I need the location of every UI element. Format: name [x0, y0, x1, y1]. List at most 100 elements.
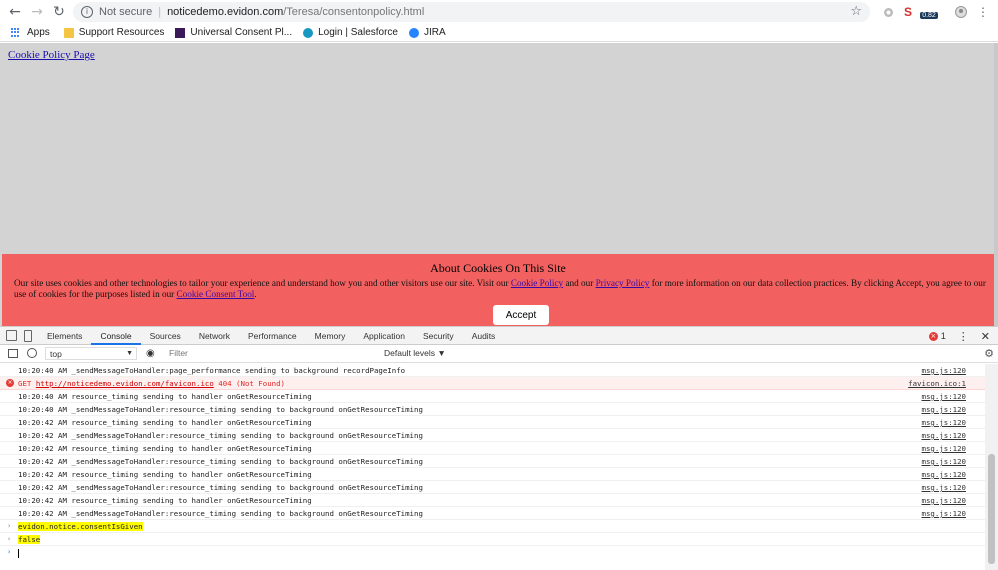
page-scrollbar[interactable] — [994, 43, 998, 326]
console-filter-input[interactable] — [165, 347, 380, 360]
console-log-row: 10:20:42 AM resource_timing sending to h… — [0, 442, 985, 455]
folder-icon — [63, 27, 74, 38]
log-text: 10:20:40 AM _sendMessageToHandler:resour… — [18, 405, 423, 414]
banner-title: About Cookies On This Site — [430, 261, 566, 275]
log-source-link[interactable]: msg.js:120 — [922, 494, 967, 507]
info-icon[interactable]: i — [81, 6, 93, 18]
console-settings-icon[interactable]: ⚙ — [984, 347, 994, 360]
log-source-link[interactable]: msg.js:120 — [922, 468, 967, 481]
console-log-row: 10:20:42 AM _sendMessageToHandler:resour… — [0, 507, 985, 520]
bookmark-jira[interactable]: JIRA — [409, 27, 446, 38]
salesforce-cloud-icon — [303, 27, 314, 38]
console-prompt[interactable]: › — [0, 546, 985, 559]
console-scrollbar[interactable] — [985, 364, 998, 570]
log-source-link[interactable]: favicon.ico:1 — [908, 377, 966, 390]
console-command-row: › evidon.notice.consentIsGiven — [0, 520, 985, 533]
tab-performance[interactable]: Performance — [239, 327, 306, 345]
bookmark-universal-consent[interactable]: Universal Consent Pl... — [175, 27, 292, 38]
bookmark-support-resources[interactable]: Support Resources — [63, 27, 165, 38]
cookie-policy-page-link[interactable]: Cookie Policy Page — [8, 49, 95, 61]
log-source-link[interactable]: msg.js:120 — [922, 481, 967, 494]
privacy-policy-link[interactable]: Privacy Policy — [596, 278, 650, 288]
log-source-link[interactable]: msg.js:120 — [922, 416, 967, 429]
device-toolbar-icon[interactable] — [24, 329, 32, 342]
console-filter-bar: top ▼ ◉ Default levels ▼ ⚙ — [0, 345, 998, 363]
log-source-link[interactable]: msg.js:120 — [922, 455, 967, 468]
tab-elements[interactable]: Elements — [38, 327, 91, 345]
console-result-row: ‹ false — [0, 533, 985, 546]
tab-sources[interactable]: Sources — [141, 327, 190, 345]
bookmark-star-icon[interactable]: ☆ — [850, 4, 862, 19]
devtools-panel: Elements Console Sources Network Performance… — [0, 326, 998, 570]
command-text: evidon.notice.consentIsGiven — [18, 522, 143, 531]
error-count-badge[interactable]: × 1 — [928, 331, 946, 341]
address-bar[interactable]: i Not secure | noticedemo.evidon.com /Te… — [73, 2, 870, 22]
error-url-link[interactable]: http://noticedemo.evidon.com/favicon.ico — [36, 379, 214, 388]
forward-icon[interactable]: → — [26, 1, 48, 23]
extension-gear-icon[interactable] — [882, 4, 894, 20]
console-log-row: 10:20:42 AM _sendMessageToHandler:resour… — [0, 429, 985, 442]
log-levels-dropdown[interactable]: Default levels ▼ — [384, 347, 446, 360]
error-count: 1 — [940, 331, 946, 341]
cookie-policy-link[interactable]: Cookie Policy — [511, 278, 563, 288]
devtools-right-controls: × 1 ⋮ ✕ — [928, 327, 998, 345]
log-text: 10:20:42 AM _sendMessageToHandler:resour… — [18, 431, 423, 440]
extension-s-icon[interactable]: S — [902, 4, 914, 20]
log-text: 10:20:42 AM _sendMessageToHandler:resour… — [18, 509, 423, 518]
bookmark-label: Apps — [27, 27, 50, 38]
bookmarks-bar: Apps Support Resources Universal Consent… — [0, 24, 998, 42]
log-source-link[interactable]: msg.js:120 — [922, 507, 967, 520]
devtools-tabbar: Elements Console Sources Network Performance… — [0, 326, 998, 345]
log-source-link[interactable]: msg.js:120 — [922, 429, 967, 442]
log-text: 10:20:40 AM _sendMessageToHandler:page_p… — [18, 366, 406, 375]
url-separator: | — [158, 6, 162, 18]
tab-network[interactable]: Network — [190, 327, 239, 345]
bookmark-salesforce[interactable]: Login | Salesforce — [303, 27, 398, 38]
menu-icon[interactable]: ⋮ — [977, 4, 989, 20]
log-text: 10:20:40 AM resource_timing sending to h… — [18, 392, 312, 401]
prompt-chevron-icon: › — [7, 522, 12, 530]
cookie-consent-tool-link[interactable]: Cookie Consent Tool — [177, 289, 255, 299]
more-options-icon[interactable]: ⋮ — [958, 330, 969, 343]
eye-icon[interactable]: ◉ — [146, 348, 155, 359]
accept-button[interactable]: Accept — [493, 305, 549, 325]
profile-avatar-icon[interactable] — [954, 4, 968, 20]
tab-console[interactable]: Console — [91, 326, 141, 345]
tab-security[interactable]: Security — [414, 327, 463, 345]
banner-text-part: . — [254, 289, 257, 299]
error-icon: × — [928, 331, 938, 341]
tab-application[interactable]: Application — [354, 327, 414, 345]
clear-console-icon[interactable] — [27, 348, 37, 358]
log-source-link[interactable]: msg.js:120 — [922, 442, 967, 455]
context-select[interactable]: top ▼ — [45, 347, 137, 360]
apps-grid-icon — [11, 27, 21, 38]
url-host: noticedemo.evidon.com — [167, 6, 284, 18]
console-error-row: × GET http://noticedemo.evidon.com/favico… — [0, 377, 985, 390]
scrollbar-thumb[interactable] — [988, 454, 995, 564]
bookmark-label: Support Resources — [78, 27, 165, 38]
jira-icon — [409, 27, 419, 38]
tab-audits[interactable]: Audits — [463, 327, 505, 345]
extension-badge-icon[interactable]: 0.82 — [920, 4, 938, 20]
console-sidebar-icon[interactable] — [8, 349, 18, 358]
url-path: /Teresa/consentonpolicy.html — [283, 6, 425, 18]
banner-text-part: and our — [563, 278, 596, 288]
bookmark-apps[interactable]: Apps — [11, 27, 50, 38]
console-log-row: 10:20:42 AM _sendMessageToHandler:resour… — [0, 481, 985, 494]
console-log-row: 10:20:42 AM resource_timing sending to h… — [0, 468, 985, 481]
console-log-row: 10:20:40 AM resource_timing sending to h… — [0, 390, 985, 403]
console-log-row: 10:20:42 AM _sendMessageToHandler:resour… — [0, 455, 985, 468]
console-log-row: 10:20:42 AM resource_timing sending to h… — [0, 494, 985, 507]
cookie-banner: About Cookies On This Site Our site uses… — [2, 254, 994, 326]
text-caret — [18, 548, 19, 558]
reload-icon[interactable]: ↻ — [48, 1, 70, 23]
console-log-row: 10:20:40 AM _sendMessageToHandler:resour… — [0, 403, 985, 416]
back-icon[interactable]: ← — [4, 1, 26, 23]
close-devtools-icon[interactable]: ✕ — [981, 330, 990, 343]
log-text: 10:20:42 AM _sendMessageToHandler:resour… — [18, 483, 423, 492]
inspect-element-icon[interactable] — [6, 330, 17, 341]
log-source-link[interactable]: msg.js:120 — [922, 390, 967, 403]
log-source-link[interactable]: msg.js:120 — [922, 364, 967, 377]
log-source-link[interactable]: msg.js:120 — [922, 403, 967, 416]
tab-memory[interactable]: Memory — [306, 327, 355, 345]
